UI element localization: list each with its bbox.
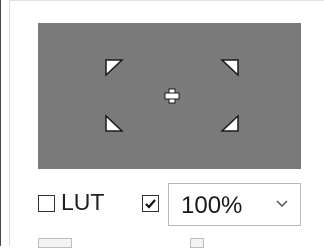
checkmark-icon [145,199,156,209]
top-divider [0,0,324,1]
lut-checkbox[interactable] [38,195,55,212]
crop-corner-bottom-right-icon[interactable] [220,114,239,132]
chevron-down-icon [276,200,288,208]
crosshair-plus-icon[interactable] [164,88,180,104]
lut-label: LUT [61,189,105,215]
enabled-checkbox[interactable] [142,195,159,212]
zoom-value: 100% [181,192,243,219]
image-preview[interactable] [38,23,301,169]
crop-corner-bottom-left-icon[interactable] [105,114,124,132]
preview-overlay [105,59,239,132]
partial-control-left[interactable] [38,238,72,248]
crop-corner-top-right-icon[interactable] [220,59,239,77]
crop-corner-top-left-icon[interactable] [105,59,124,77]
partial-control-right[interactable] [190,238,204,248]
zoom-dropdown[interactable]: 100% [168,183,301,226]
preview-controls: LUT 100% [0,178,324,228]
